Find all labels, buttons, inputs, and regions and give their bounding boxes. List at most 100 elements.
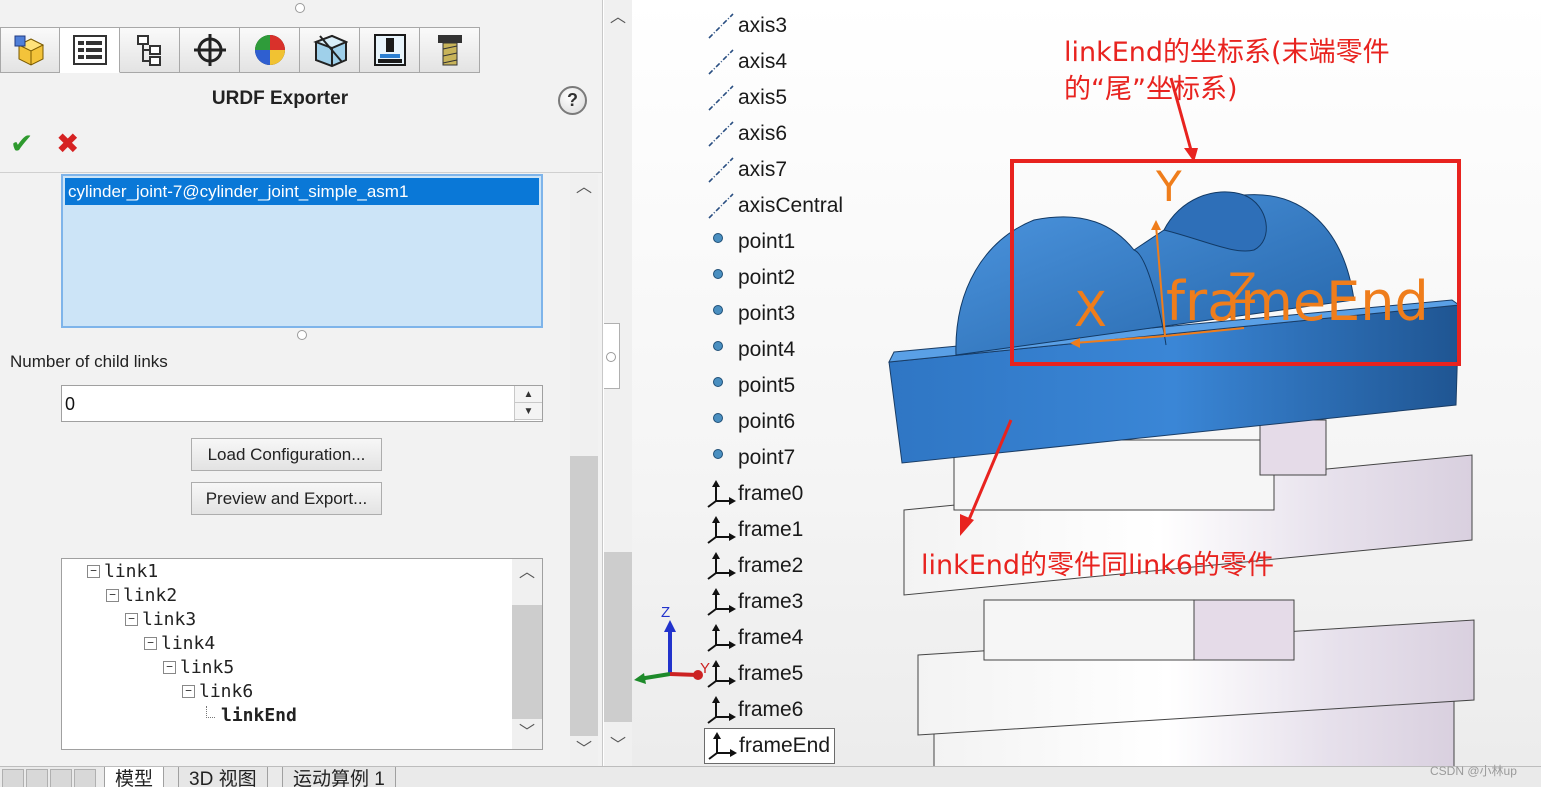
tree-node-link6[interactable]: − link6 [182, 681, 253, 702]
feature-item-label: axis5 [738, 86, 788, 109]
feature-item-point2[interactable]: point2 [704, 260, 795, 296]
watermark: CSDN @小林up [1430, 764, 1517, 778]
selected-components-list[interactable]: cylinder_joint-7@cylinder_joint_simple_a… [61, 174, 543, 328]
tab-dimxpert-manager[interactable] [180, 27, 240, 73]
feature-item-frameend[interactable]: frameEnd [704, 728, 836, 764]
preview-and-export-button[interactable]: Preview and Export... [191, 482, 382, 515]
collapse-icon[interactable]: − [163, 661, 176, 674]
feature-item-frame4[interactable]: frame4 [704, 620, 803, 656]
separator [0, 172, 603, 173]
drill-icon [437, 35, 462, 66]
tab-3d-view[interactable]: 3D 视图 [178, 767, 268, 787]
cancel-button[interactable]: ✖ [56, 129, 79, 159]
feature-item-point7[interactable]: point7 [704, 440, 795, 476]
feature-item-point1[interactable]: point1 [704, 224, 795, 260]
tab-display-manager[interactable] [240, 27, 300, 73]
tree-node-link4[interactable]: − link4 [144, 633, 215, 654]
tab-feature-manager[interactable] [0, 27, 60, 73]
next-tab-arrow-icon[interactable] [50, 769, 72, 787]
feature-item-axis5[interactable]: axis5 [704, 80, 787, 116]
tree-node-linkend[interactable]: linkEnd [206, 705, 297, 726]
last-tab-arrow-icon[interactable] [74, 769, 96, 787]
tree-scroll-up-icon[interactable]: ︿ [512, 559, 542, 587]
point-icon [704, 227, 738, 257]
feature-item-axis6[interactable]: axis6 [704, 116, 787, 152]
tab-tool-manager[interactable] [420, 27, 480, 73]
tab-configuration-manager[interactable] [120, 27, 180, 73]
feature-item-point6[interactable]: point6 [704, 404, 795, 440]
child-links-spinner[interactable]: ▲ ▼ [514, 386, 542, 421]
prev-tab-arrow-icon[interactable] [26, 769, 48, 787]
tree-scroll-down-icon[interactable]: ﹀ [512, 719, 542, 747]
tab-cam-tree[interactable] [360, 27, 420, 73]
feature-item-label: frame3 [738, 590, 804, 613]
collapse-icon[interactable]: − [144, 637, 157, 650]
scroll-up-arrow-icon[interactable]: ︿ [570, 174, 598, 202]
feature-item-label: frame5 [738, 662, 804, 685]
tree-node-link2[interactable]: − link2 [106, 585, 177, 606]
feature-item-frame1[interactable]: frame1 [704, 512, 803, 548]
feature-item-axis3[interactable]: axis3 [704, 8, 787, 44]
panel-scroll-thumb[interactable] [570, 456, 598, 736]
machine-icon [373, 34, 406, 66]
tree-node-link1[interactable]: − link1 [87, 561, 158, 582]
frame-icon [704, 695, 738, 725]
tree-connector [206, 705, 215, 718]
frame-icon [704, 551, 738, 581]
frame-icon [705, 731, 739, 761]
panel-splitter-grip[interactable] [295, 3, 305, 13]
link-tree[interactable]: − link1 − link2 − link3 − link4 − link5 − link… [61, 558, 543, 750]
point-icon [704, 407, 738, 437]
feature-item-axis7[interactable]: axis7 [704, 152, 787, 188]
feature-item-frame0[interactable]: frame0 [704, 476, 803, 512]
manager-tab-bar [0, 27, 480, 73]
collapse-icon[interactable]: − [87, 565, 100, 578]
config-tree-icon [136, 35, 161, 66]
tab-property-manager[interactable] [60, 27, 120, 73]
x-icon: ✖ [56, 128, 80, 159]
tree-scroll-thumb[interactable] [512, 605, 542, 719]
graphics-area[interactable]: ︿ ﹀ Y X Z frameEnd Z Y axis3 axis4 axis5… [604, 0, 1541, 766]
part-cube-icon [14, 35, 45, 66]
collapse-icon[interactable]: − [182, 685, 195, 698]
load-configuration-button[interactable]: Load Configuration... [191, 438, 382, 471]
tree-node-link3[interactable]: − link3 [125, 609, 196, 630]
ok-button[interactable]: ✔ [10, 129, 33, 159]
feature-item-axis4[interactable]: axis4 [704, 44, 787, 80]
feature-item-label: frame6 [738, 698, 804, 721]
feature-item-label: point2 [738, 266, 796, 289]
feature-item-point3[interactable]: point3 [704, 296, 795, 332]
feature-item-label: point6 [738, 410, 796, 433]
tree-node-link5[interactable]: − link5 [163, 657, 234, 678]
feature-item-label: frame4 [738, 626, 804, 649]
feature-item-label: axis7 [738, 158, 788, 181]
tab-motion-study[interactable]: 运动算例 1 [282, 767, 396, 787]
help-button[interactable]: ? [558, 86, 587, 115]
feature-item-axiscentral[interactable]: axisCentral [704, 188, 843, 224]
axis-icon [704, 155, 738, 185]
feature-item-frame6[interactable]: frame6 [704, 692, 803, 728]
first-tab-arrow-icon[interactable] [2, 769, 24, 787]
list-resize-grip[interactable] [297, 330, 307, 340]
feature-item-point5[interactable]: point5 [704, 368, 795, 404]
collapse-icon[interactable]: − [125, 613, 138, 626]
feature-item-label: point1 [738, 230, 796, 253]
child-links-count-input[interactable]: 0 [61, 385, 543, 422]
property-manager-panel: URDF Exporter ? ✔ ✖ cylinder_joint-7@cyl… [0, 0, 603, 766]
feature-item-frame2[interactable]: frame2 [704, 548, 803, 584]
feature-item-frame3[interactable]: frame3 [704, 584, 803, 620]
tab-model[interactable]: 模型 [104, 767, 165, 787]
point-icon [704, 443, 738, 473]
app-window: URDF Exporter ? ✔ ✖ cylinder_joint-7@cyl… [0, 0, 1541, 787]
spin-down-icon[interactable]: ▼ [515, 403, 542, 420]
scroll-down-arrow-icon[interactable]: ﹀ [570, 736, 598, 764]
tab-cam-manager[interactable] [300, 27, 360, 73]
feature-item-point4[interactable]: point4 [704, 332, 795, 368]
spin-up-icon[interactable]: ▲ [515, 386, 542, 403]
panel-scrollbar[interactable]: ︿ ﹀ [570, 174, 598, 766]
collapse-icon[interactable]: − [106, 589, 119, 602]
feature-item-frame5[interactable]: frame5 [704, 656, 803, 692]
selected-component-item[interactable]: cylinder_joint-7@cylinder_joint_simple_a… [65, 178, 539, 205]
check-icon: ✔ [10, 128, 34, 159]
tree-scrollbar[interactable]: ︿ ﹀ [512, 559, 542, 749]
